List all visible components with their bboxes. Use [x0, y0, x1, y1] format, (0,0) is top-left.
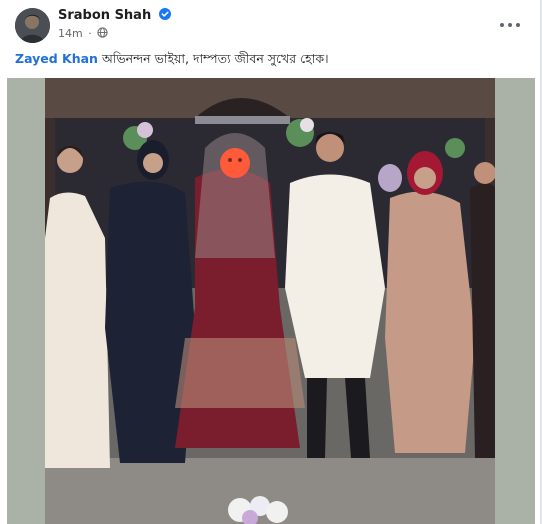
avatar-image: [15, 8, 50, 43]
author-name[interactable]: Srabon Shah: [58, 8, 171, 23]
post-meta: 14m ·: [58, 27, 108, 40]
post-timestamp[interactable]: 14m: [58, 27, 83, 40]
post-photo-container[interactable]: [7, 78, 535, 524]
more-options-button[interactable]: [498, 14, 522, 34]
globe-icon[interactable]: [97, 27, 108, 38]
author-name-text[interactable]: Srabon Shah: [58, 8, 151, 23]
mention-link[interactable]: Zayed Khan: [15, 51, 98, 66]
post-photo[interactable]: [45, 78, 495, 524]
meta-separator: ·: [88, 27, 92, 40]
verified-badge-icon: [158, 8, 171, 20]
author-avatar[interactable]: [15, 8, 50, 43]
caption-text: অভিনন্দন ভাইয়া, দাম্পত্য জীবন সুখের হোক…: [97, 51, 329, 66]
more-options-icon: [500, 23, 504, 27]
post-caption: Zayed Khan অভিনন্দন ভাইয়া, দাম্পত্য জীব…: [15, 51, 525, 71]
post-header: Srabon Shah 14m ·: [0, 0, 540, 48]
feed-post: Srabon Shah 14m · Zayed Khan অভিনন্দন ভা…: [0, 0, 541, 524]
